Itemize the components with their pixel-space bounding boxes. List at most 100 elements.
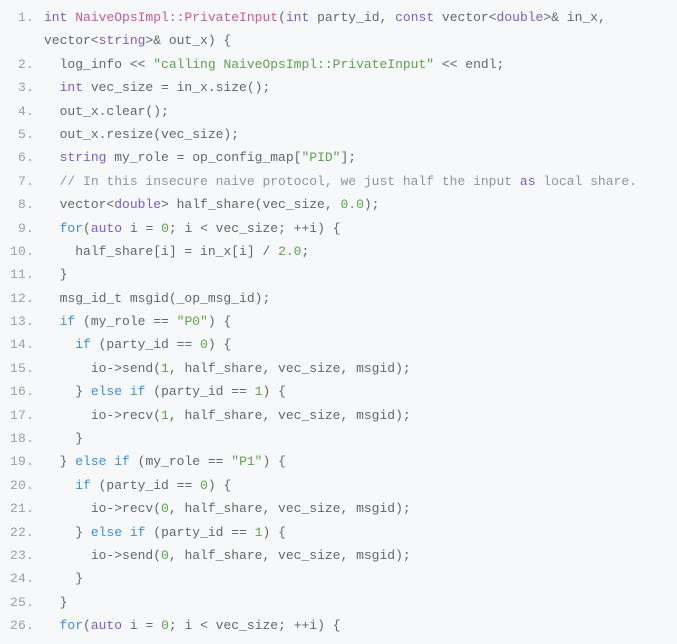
code-token: local share.: [536, 174, 637, 189]
code-token: "P0": [177, 314, 208, 329]
code-content: } else if (party_id == 1) {: [44, 380, 677, 403]
line-number: 21.: [0, 497, 44, 520]
code-token: (: [278, 10, 286, 25]
code-token: ];: [340, 150, 356, 165]
code-token: 0: [161, 221, 169, 236]
code-token: int: [60, 80, 83, 95]
code-token: [44, 618, 60, 633]
code-token: if: [130, 384, 146, 399]
code-content: log_info << "calling NaiveOpsImpl::Priva…: [44, 53, 677, 76]
code-token: , half_share, vec_size, msgid);: [169, 361, 411, 376]
code-line: 10. half_share[i] = in_x[i] / 2.0;: [0, 240, 677, 263]
code-line: 1.int NaiveOpsImpl::PrivateInput(int par…: [0, 6, 677, 53]
code-token: // In this insecure naive protocol, we j…: [60, 174, 520, 189]
code-line: 11. }: [0, 263, 677, 286]
code-content: }: [44, 427, 677, 450]
code-token: string: [99, 33, 146, 48]
code-token: , half_share, vec_size, msgid);: [169, 408, 411, 423]
code-token: io->send(: [44, 361, 161, 376]
line-number: 2.: [0, 53, 44, 76]
code-line: 8. vector<double> half_share(vec_size, 0…: [0, 193, 677, 216]
code-content: out_x.resize(vec_size);: [44, 123, 677, 146]
code-line: 26. for(auto i = 0; i < vec_size; ++i) {: [0, 614, 677, 637]
code-token: vector<: [44, 197, 114, 212]
code-content: vector<double> half_share(vec_size, 0.0)…: [44, 193, 677, 216]
line-number: 10.: [0, 240, 44, 263]
code-token: as: [520, 174, 536, 189]
code-token: [44, 221, 60, 236]
line-number: 25.: [0, 591, 44, 614]
code-token: }: [44, 595, 67, 610]
code-token: ; i < vec_size; ++i) {: [169, 618, 341, 633]
line-number: 12.: [0, 287, 44, 310]
code-token: for: [60, 618, 83, 633]
code-token: int: [286, 10, 309, 25]
code-content: int vec_size = in_x.size();: [44, 76, 677, 99]
code-token: my_role = op_config_map[: [106, 150, 301, 165]
code-content: msg_id_t msgid(_op_msg_id);: [44, 287, 677, 310]
code-token: msg_id_t msgid(_op_msg_id);: [44, 291, 270, 306]
code-token: "P1": [231, 454, 262, 469]
code-token: NaiveOpsImpl::PrivateInput: [75, 10, 278, 25]
code-line: 9. for(auto i = 0; i < vec_size; ++i) {: [0, 217, 677, 240]
line-number: 24.: [0, 567, 44, 590]
code-token: (: [83, 618, 91, 633]
code-line: 5. out_x.resize(vec_size);: [0, 123, 677, 146]
code-token: [44, 150, 60, 165]
code-token: out_x.clear();: [44, 104, 169, 119]
code-token: ; i < vec_size; ++i) {: [169, 221, 341, 236]
code-token: out_x.resize(vec_size);: [44, 127, 239, 142]
code-token: i =: [122, 221, 161, 236]
code-token: [44, 314, 60, 329]
code-token: }: [44, 454, 75, 469]
code-line: 22. } else if (party_id == 1) {: [0, 521, 677, 544]
code-token: [44, 478, 75, 493]
code-token: io->recv(: [44, 501, 161, 516]
code-token: vector<: [434, 10, 496, 25]
code-content: if (party_id == 0) {: [44, 333, 677, 356]
line-number: 17.: [0, 404, 44, 427]
code-token: (party_id ==: [145, 384, 254, 399]
code-content: io->send(0, half_share, vec_size, msgid)…: [44, 544, 677, 567]
code-token: i =: [122, 618, 161, 633]
code-line: 13. if (my_role == "P0") {: [0, 310, 677, 333]
code-content: for(auto i = 0; i < vec_size; ++i) {: [44, 614, 677, 637]
code-token: 1: [161, 408, 169, 423]
code-token: ) {: [263, 384, 286, 399]
code-token: , half_share, vec_size, msgid);: [169, 548, 411, 563]
line-number: 20.: [0, 474, 44, 497]
code-content: half_share[i] = in_x[i] / 2.0;: [44, 240, 677, 263]
code-token: 2.0: [278, 244, 301, 259]
code-token: if: [75, 337, 91, 352]
code-line: 23. io->send(0, half_share, vec_size, ms…: [0, 544, 677, 567]
code-content: io->recv(0, half_share, vec_size, msgid)…: [44, 497, 677, 520]
code-token: (my_role ==: [130, 454, 231, 469]
code-token: int: [44, 10, 67, 25]
code-line: 18. }: [0, 427, 677, 450]
code-token: else: [75, 454, 106, 469]
code-token: "calling NaiveOpsImpl::PrivateInput": [153, 57, 434, 72]
code-line: 7. // In this insecure naive protocol, w…: [0, 170, 677, 193]
code-token: (: [83, 221, 91, 236]
code-token: half_share[i] = in_x[i] /: [44, 244, 278, 259]
code-token: }: [44, 384, 91, 399]
code-token: [44, 337, 75, 352]
code-content: io->send(1, half_share, vec_size, msgid)…: [44, 357, 677, 380]
code-line: 4. out_x.clear();: [0, 100, 677, 123]
code-content: // In this insecure naive protocol, we j…: [44, 170, 677, 193]
code-token: << endl;: [434, 57, 504, 72]
code-token: ) {: [263, 525, 286, 540]
code-content: io->recv(1, half_share, vec_size, msgid)…: [44, 404, 677, 427]
code-token: ) {: [263, 454, 286, 469]
code-token: (party_id ==: [91, 337, 200, 352]
code-token: else: [91, 384, 122, 399]
code-token: 1: [255, 525, 263, 540]
code-content: int NaiveOpsImpl::PrivateInput(int party…: [44, 6, 677, 53]
line-number: 6.: [0, 146, 44, 169]
code-token: double: [497, 10, 544, 25]
code-line: 3. int vec_size = in_x.size();: [0, 76, 677, 99]
code-line: 12. msg_id_t msgid(_op_msg_id);: [0, 287, 677, 310]
line-number: 9.: [0, 217, 44, 240]
code-token: (my_role ==: [75, 314, 176, 329]
code-token: [44, 80, 60, 95]
